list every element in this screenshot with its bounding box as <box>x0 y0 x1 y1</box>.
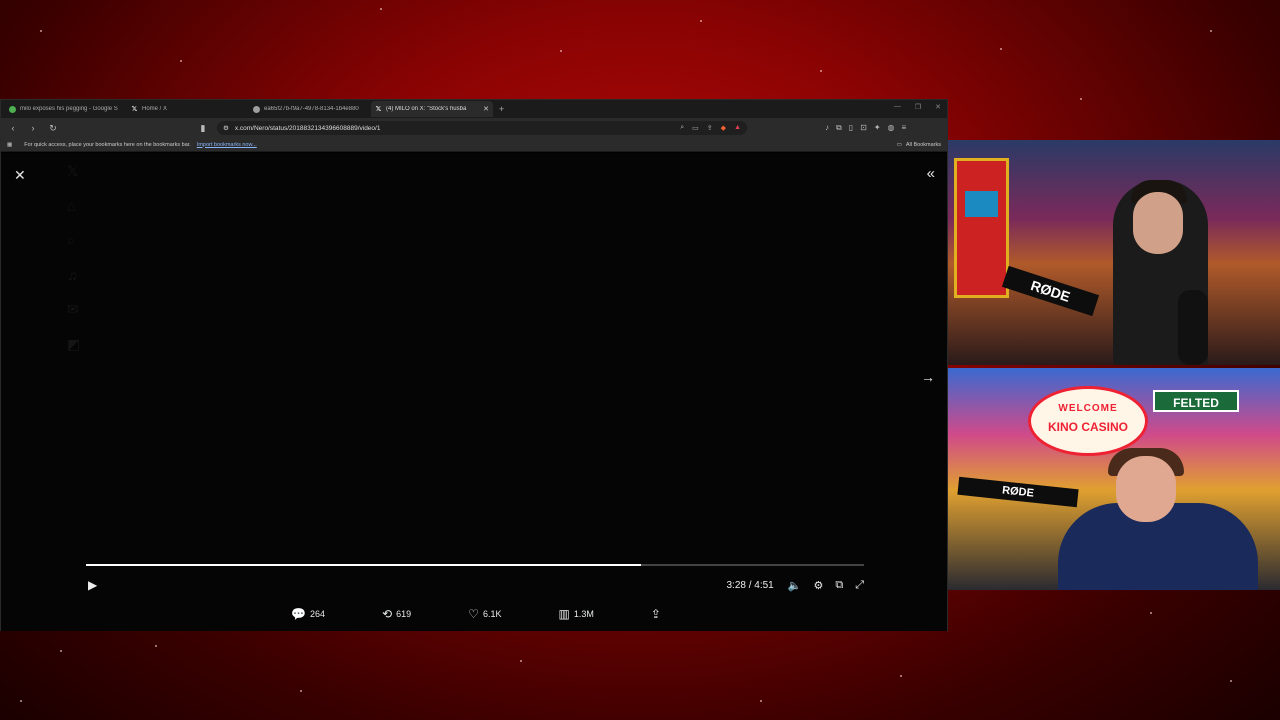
reload-icon[interactable]: ↻ <box>47 123 59 134</box>
share-icon[interactable]: ⇪ <box>707 124 713 132</box>
url-text: x.com/Nero/status/2018832134396608889/vi… <box>234 124 381 132</box>
apps-grid-icon[interactable]: ▦ <box>7 142 12 148</box>
bookmarks-bar: ▦ For quick access, place your bookmarks… <box>1 138 947 152</box>
close-window-icon[interactable]: ✕ <box>935 103 941 111</box>
tab-strip: milo exposes his pegging - Google S 𝕏 Ho… <box>1 100 947 118</box>
screenshot-icon[interactable]: ⊡ <box>860 123 867 133</box>
picture-in-picture-icon[interactable]: ⧉ <box>835 579 843 592</box>
mic-arm-brand: RØDE <box>957 476 1079 508</box>
street-sign: FELTED <box>1153 390 1239 412</box>
tab-label: milo exposes his pegging - Google S <box>20 106 118 112</box>
video-progress-bar[interactable] <box>86 564 864 566</box>
fullscreen-icon[interactable]: ⤢ <box>855 579 864 592</box>
leo-ai-icon[interactable]: ✦ <box>874 123 881 133</box>
import-bookmarks-link[interactable]: Import bookmarks now... <box>197 142 257 148</box>
volume-icon[interactable]: 🔈 <box>788 579 802 592</box>
folder-icon: ▭ <box>896 141 902 148</box>
views-button[interactable]: ▥ 1.3M <box>559 607 594 621</box>
sign-name-text: KINO CASINO <box>1047 420 1128 434</box>
arcade-cabinet <box>954 158 1009 298</box>
browser-toolbar: ‹ › ↻ ▮ ⚙ x.com/Nero/status/201883213439… <box>1 118 947 138</box>
analytics-icon: ▥ <box>558 607 570 621</box>
minimize-icon[interactable]: — <box>894 103 901 111</box>
settings-icon[interactable]: ⚙ <box>813 579 823 592</box>
bookmarks-prompt: For quick access, place your bookmarks h… <box>24 141 191 148</box>
bookmark-icon[interactable]: ▮ <box>197 123 209 134</box>
forward-icon[interactable]: › <box>27 123 39 133</box>
post-actions-bar: 💬 264 ⟲ 619 ♡ 6.1K ▥ 1.3M ⇪ <box>291 605 661 623</box>
zoom-icon[interactable]: ⌕ <box>680 124 684 132</box>
browser-window: milo exposes his pegging - Google S 𝕏 Ho… <box>0 99 948 631</box>
x-logo-icon: 𝕏 <box>67 163 79 179</box>
view-count: 1.3M <box>573 609 594 619</box>
tab-uuid-page[interactable]: ea65f27b-f9a7-4978-8134-1b4e880 <box>249 101 371 117</box>
rewards-icon[interactable]: ▲ <box>734 124 741 132</box>
google-icon <box>9 105 16 113</box>
share-button[interactable]: ⇪ <box>651 607 661 621</box>
microphone <box>1178 290 1208 365</box>
music-icon[interactable]: ♪ <box>825 123 829 133</box>
close-tab-icon[interactable]: ✕ <box>483 105 489 113</box>
new-tab-button[interactable]: + <box>493 104 510 114</box>
play-icon[interactable]: ▶ <box>88 578 97 592</box>
brave-shield-icon[interactable]: ◆ <box>721 124 726 132</box>
like-button[interactable]: ♡ 6.1K <box>468 607 501 621</box>
grok-icon: ◩ <box>67 336 81 352</box>
extensions-icon[interactable]: ⧉ <box>836 123 842 133</box>
next-media-icon[interactable]: → <box>921 369 935 385</box>
messages-icon: ✉ <box>67 301 79 317</box>
x-logo-icon: 𝕏 <box>375 105 382 113</box>
dimmed-sidebar-nav: 𝕏 ⌂ ⌕ ♫ ✉ ◩ <box>67 163 83 353</box>
video-controls: ▶ 3:28 / 4:51 🔈 ⚙ ⧉ ⤢ <box>86 574 864 596</box>
reply-count: 264 <box>309 609 325 619</box>
home-icon: ⌂ <box>67 198 76 214</box>
reply-button[interactable]: 💬 264 <box>291 607 325 621</box>
webcam-feed-top: RØDE <box>948 140 1280 365</box>
site-info-icon[interactable]: ⚙ <box>223 124 229 132</box>
tab-home-x[interactable]: 𝕏 Home / X <box>127 101 249 117</box>
video-time: 3:28 / 4:51 <box>726 579 774 591</box>
webcam-feed-bottom: WELCOME KINO CASINO FELTED RØDE <box>948 368 1280 590</box>
repost-icon: ⟲ <box>382 607 393 621</box>
tab-label: (4) MILO on X: "Stock's husba <box>386 106 467 112</box>
welcome-sign: WELCOME KINO CASINO <box>1028 386 1148 456</box>
back-icon[interactable]: ‹ <box>7 123 19 133</box>
cast-icon[interactable]: ▭ <box>692 124 699 132</box>
tab-label: ea65f27b-f9a7-4978-8134-1b4e880 <box>264 106 359 112</box>
sign-welcome-text: WELCOME <box>1058 403 1118 414</box>
globe-icon <box>253 105 260 113</box>
search-icon: ⌕ <box>67 232 75 248</box>
repost-count: 619 <box>396 609 412 619</box>
tab-milo-on-x[interactable]: 𝕏 (4) MILO on X: "Stock's husba ✕ <box>371 101 493 117</box>
collapse-panel-icon[interactable]: « <box>927 165 935 182</box>
repost-button[interactable]: ⟲ 619 <box>382 607 411 621</box>
media-viewer: 𝕏 ⌂ ⌕ ♫ ✉ ◩ ✕ « → ▶ 3:28 / 4:51 🔈 ⚙ ⧉ ⤢ … <box>1 153 947 631</box>
all-bookmarks-button[interactable]: ▭ All Bookmarks <box>897 142 941 148</box>
omnibox-actions: ⌕ ▭ ⇪ ◆ ▲ <box>680 124 741 132</box>
sidebar-icon[interactable]: ▯ <box>849 123 853 133</box>
maximize-icon[interactable]: ❐ <box>915 103 921 111</box>
x-logo-icon: 𝕏 <box>131 105 138 113</box>
menu-icon[interactable]: ≡ <box>902 123 907 133</box>
heart-icon: ♡ <box>468 607 479 621</box>
notifications-icon: ♫ <box>67 267 78 283</box>
all-bookmarks-label: All Bookmarks <box>905 141 941 148</box>
share-icon: ⇪ <box>650 607 661 621</box>
streamer-face <box>1133 192 1183 254</box>
streamer-face <box>1116 456 1176 522</box>
video-controls-right: 3:28 / 4:51 🔈 ⚙ ⧉ ⤢ <box>726 579 864 592</box>
window-controls: — ❐ ✕ <box>894 103 941 111</box>
mic-arm-brand: RØDE <box>1001 265 1100 317</box>
tab-label: Home / X <box>142 106 168 112</box>
close-viewer-icon[interactable]: ✕ <box>14 167 26 184</box>
tab-google-search[interactable]: milo exposes his pegging - Google S <box>5 101 127 117</box>
address-bar[interactable]: ⚙ x.com/Nero/status/2018832134396608889/… <box>217 121 747 135</box>
video-progress-fill <box>86 564 642 566</box>
reply-icon: 💬 <box>291 607 306 621</box>
extension-icons: ♪ ⧉ ▯ ⊡ ✦ ◍ ≡ <box>825 123 906 133</box>
vpn-icon[interactable]: ◍ <box>888 123 895 133</box>
like-count: 6.1K <box>482 609 502 619</box>
